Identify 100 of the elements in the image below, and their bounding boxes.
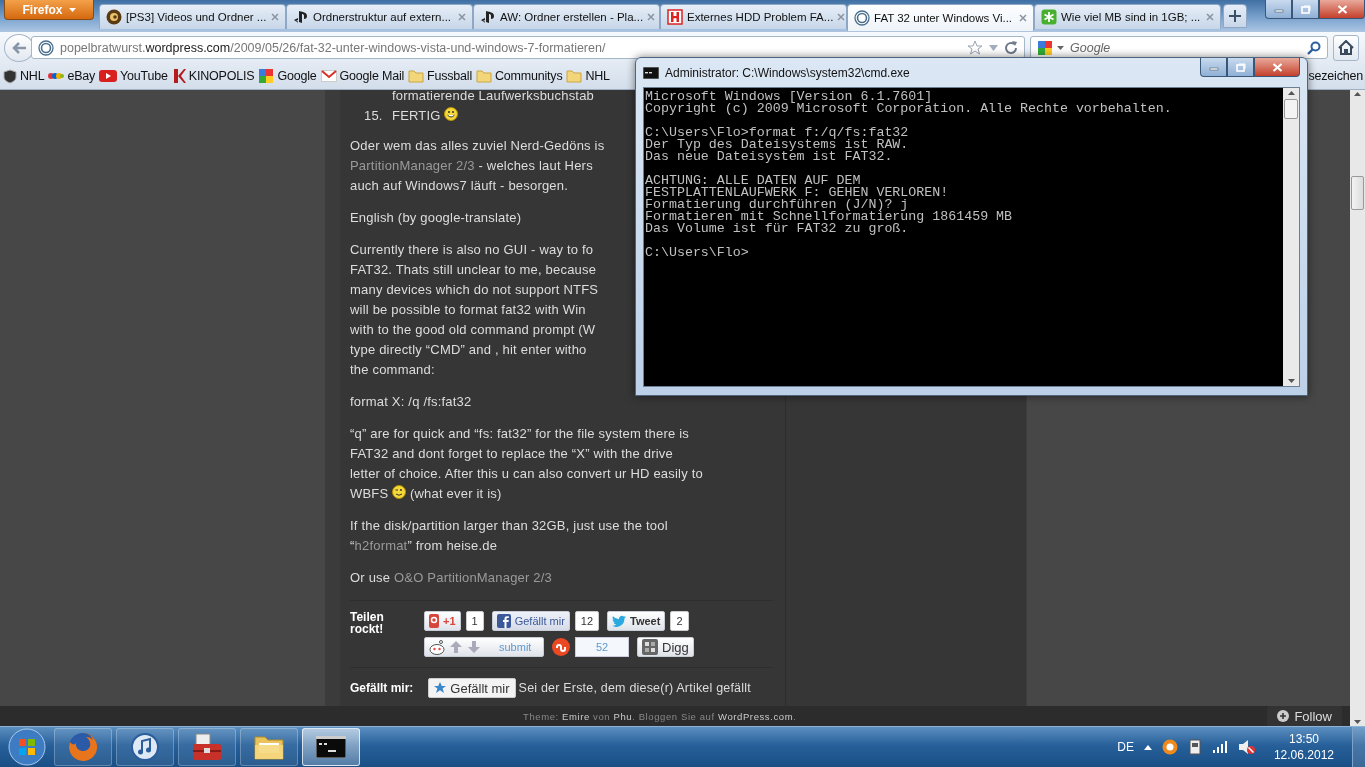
plus-circle-icon bbox=[1277, 710, 1290, 722]
star-badge-icon bbox=[1041, 9, 1057, 25]
reddit-icon bbox=[429, 639, 445, 655]
device-icon[interactable] bbox=[1187, 739, 1202, 755]
console-line: Copyright (c) 2009 Microsoft Corporation. Alle Rechte vorbehalten. bbox=[645, 103, 1173, 115]
star-icon[interactable] bbox=[967, 39, 983, 56]
console-line: C:\Users\Flo> bbox=[645, 247, 750, 259]
paragraph: Currently there is also no GUI - way to fo FAT32. Thats still unclear to me, because many devices which do not support NTFS will be possible to format fat32 with Win with to the good old command prompt (W type directly “CMD” and , hit enter witho the command: bbox=[350, 241, 599, 379]
bookmark[interactable]: NHL bbox=[3, 68, 45, 84]
browser-tab[interactable]: Wie viel MB sind in 1GB; ... bbox=[1034, 4, 1221, 29]
logo-icon bbox=[667, 9, 683, 25]
language-indicator[interactable]: DE bbox=[1117, 740, 1134, 754]
music-icon bbox=[130, 732, 160, 762]
follow-button[interactable]: Follow bbox=[1267, 706, 1342, 726]
console-line: C:\Users\Flo>format f:/q/fs:fat32 bbox=[645, 127, 910, 139]
taskbar-app-button[interactable] bbox=[302, 728, 360, 766]
bookmark[interactable]: NHL bbox=[566, 69, 610, 83]
console-line: Formatieren mit Schnellformatierung 1861459 MB bbox=[645, 211, 1014, 223]
bookmark[interactable]: eBay bbox=[48, 69, 96, 83]
toolbox-icon bbox=[191, 732, 223, 762]
back-button[interactable] bbox=[4, 33, 34, 62]
bookmark[interactable]: KINOPOLIS bbox=[171, 68, 255, 84]
logo-icon bbox=[293, 9, 309, 25]
bird-icon bbox=[612, 615, 627, 627]
signal-bars-icon[interactable] bbox=[1211, 740, 1228, 754]
close-button[interactable] bbox=[1254, 58, 1300, 77]
close-button[interactable] bbox=[1319, 0, 1365, 19]
play-icon bbox=[99, 69, 118, 83]
digg-button[interactable]: Digg bbox=[637, 637, 694, 657]
browser-tab[interactable]: AW: Ordner erstellen - Pla... bbox=[473, 4, 660, 29]
close-icon[interactable] bbox=[1019, 14, 1027, 22]
circle-logo-icon bbox=[38, 39, 54, 56]
scrollbar[interactable] bbox=[1350, 90, 1365, 726]
up-arrow-icon bbox=[1287, 91, 1295, 95]
bookmark[interactable]: Communitys bbox=[476, 69, 563, 83]
minimize-button[interactable] bbox=[1265, 0, 1292, 19]
plus-one-button[interactable]: +1 bbox=[424, 611, 461, 631]
scroll-thumb[interactable] bbox=[1351, 176, 1364, 210]
stumble-icon bbox=[552, 638, 570, 656]
circle-logo-icon[interactable] bbox=[1161, 739, 1178, 755]
search-field[interactable]: Google bbox=[1030, 36, 1328, 59]
bookmark[interactable]: YouTube bbox=[99, 69, 168, 83]
maximize-button[interactable] bbox=[1227, 58, 1254, 77]
tweet-button[interactable]: Tweet bbox=[607, 611, 666, 631]
home-icon bbox=[1338, 40, 1354, 55]
stumble-button[interactable] bbox=[552, 637, 570, 657]
plus-icon bbox=[1229, 10, 1241, 22]
link[interactable]: h2format bbox=[354, 538, 408, 553]
down-arrow-icon bbox=[467, 640, 481, 654]
reload-icon[interactable] bbox=[1004, 40, 1018, 55]
browser-tab[interactable]: Externes HDD Problem FA... bbox=[660, 4, 847, 29]
scroll-thumb[interactable] bbox=[1284, 99, 1298, 119]
clock[interactable]: 13:50 12.06.2012 bbox=[1273, 731, 1334, 763]
wink-icon bbox=[392, 485, 407, 499]
dropdown-icon bbox=[68, 7, 76, 12]
new-tab-button[interactable] bbox=[1223, 4, 1247, 28]
browser-tab[interactable]: Ordnerstruktur auf extern... bbox=[286, 4, 473, 29]
link[interactable]: O&O PartitionManager 2/3 bbox=[394, 570, 553, 585]
address-field[interactable]: popelbratwurst.wordpress.com/2009/05/26/fat-32-unter-windows-vista-und-windows-7-formatieren/ bbox=[31, 36, 1025, 59]
link[interactable]: PartitionManager 2/3 bbox=[350, 158, 475, 173]
share-count: 2 bbox=[670, 611, 689, 631]
share-count: 12 bbox=[574, 611, 600, 631]
multicolor-logo-icon bbox=[258, 68, 275, 84]
like-button[interactable]: Gefällt mir bbox=[491, 611, 570, 631]
mail-icon bbox=[320, 70, 337, 82]
home-button[interactable] bbox=[1333, 34, 1359, 61]
maximize-button[interactable] bbox=[1292, 0, 1319, 19]
console-line: Formatierung durchführen (J/N)? j bbox=[645, 199, 909, 211]
minimize-button[interactable] bbox=[1200, 58, 1227, 77]
console-icon bbox=[316, 736, 346, 758]
search-input[interactable]: Google bbox=[1068, 39, 1303, 56]
folder-icon bbox=[253, 733, 285, 761]
close-icon bbox=[1271, 62, 1283, 72]
bookmark[interactable]: Google Mail bbox=[320, 69, 405, 83]
browser-tab[interactable]: FAT 32 unter Windows Vi... bbox=[847, 4, 1034, 31]
like-text: Sei der Erste, dem diese(r) Artikel gefällt bbox=[518, 680, 751, 697]
down-arrow-icon bbox=[1287, 379, 1295, 383]
link[interactable]: Phu bbox=[613, 710, 633, 722]
speaker-muted-icon[interactable] bbox=[1237, 739, 1256, 755]
smiley-icon bbox=[444, 107, 459, 121]
console-line: Das Volume ist für FAT32 zu groß. bbox=[645, 223, 909, 235]
folder-icon bbox=[408, 69, 425, 83]
taskbar-app-button[interactable] bbox=[178, 728, 236, 766]
link[interactable]: Emire bbox=[562, 710, 590, 722]
up-arrow-icon[interactable] bbox=[1143, 744, 1152, 750]
logo-icon bbox=[429, 614, 439, 628]
bookmark[interactable]: Fussball bbox=[408, 69, 472, 83]
console-icon bbox=[643, 67, 659, 79]
bookmark[interactable]: Google bbox=[258, 68, 317, 84]
console-line: Der Typ des Dateisystems ist RAW. bbox=[645, 139, 910, 151]
browser-tab[interactable]: [PS3] Videos und Ordner ... bbox=[99, 4, 286, 29]
scrollbar[interactable] bbox=[1283, 88, 1299, 386]
like-button[interactable]: Gefällt mir bbox=[428, 678, 516, 698]
link[interactable]: WordPress.com bbox=[718, 710, 794, 722]
bookmarks-menu[interactable]: sezeichen bbox=[1308, 69, 1363, 83]
logo-icon bbox=[171, 68, 186, 84]
firefox-icon bbox=[67, 731, 99, 763]
multicolor-logo-icon bbox=[48, 70, 65, 82]
list-item-text: FERTIG bbox=[392, 106, 459, 126]
share-label: Teilen rockt! bbox=[350, 611, 385, 638]
